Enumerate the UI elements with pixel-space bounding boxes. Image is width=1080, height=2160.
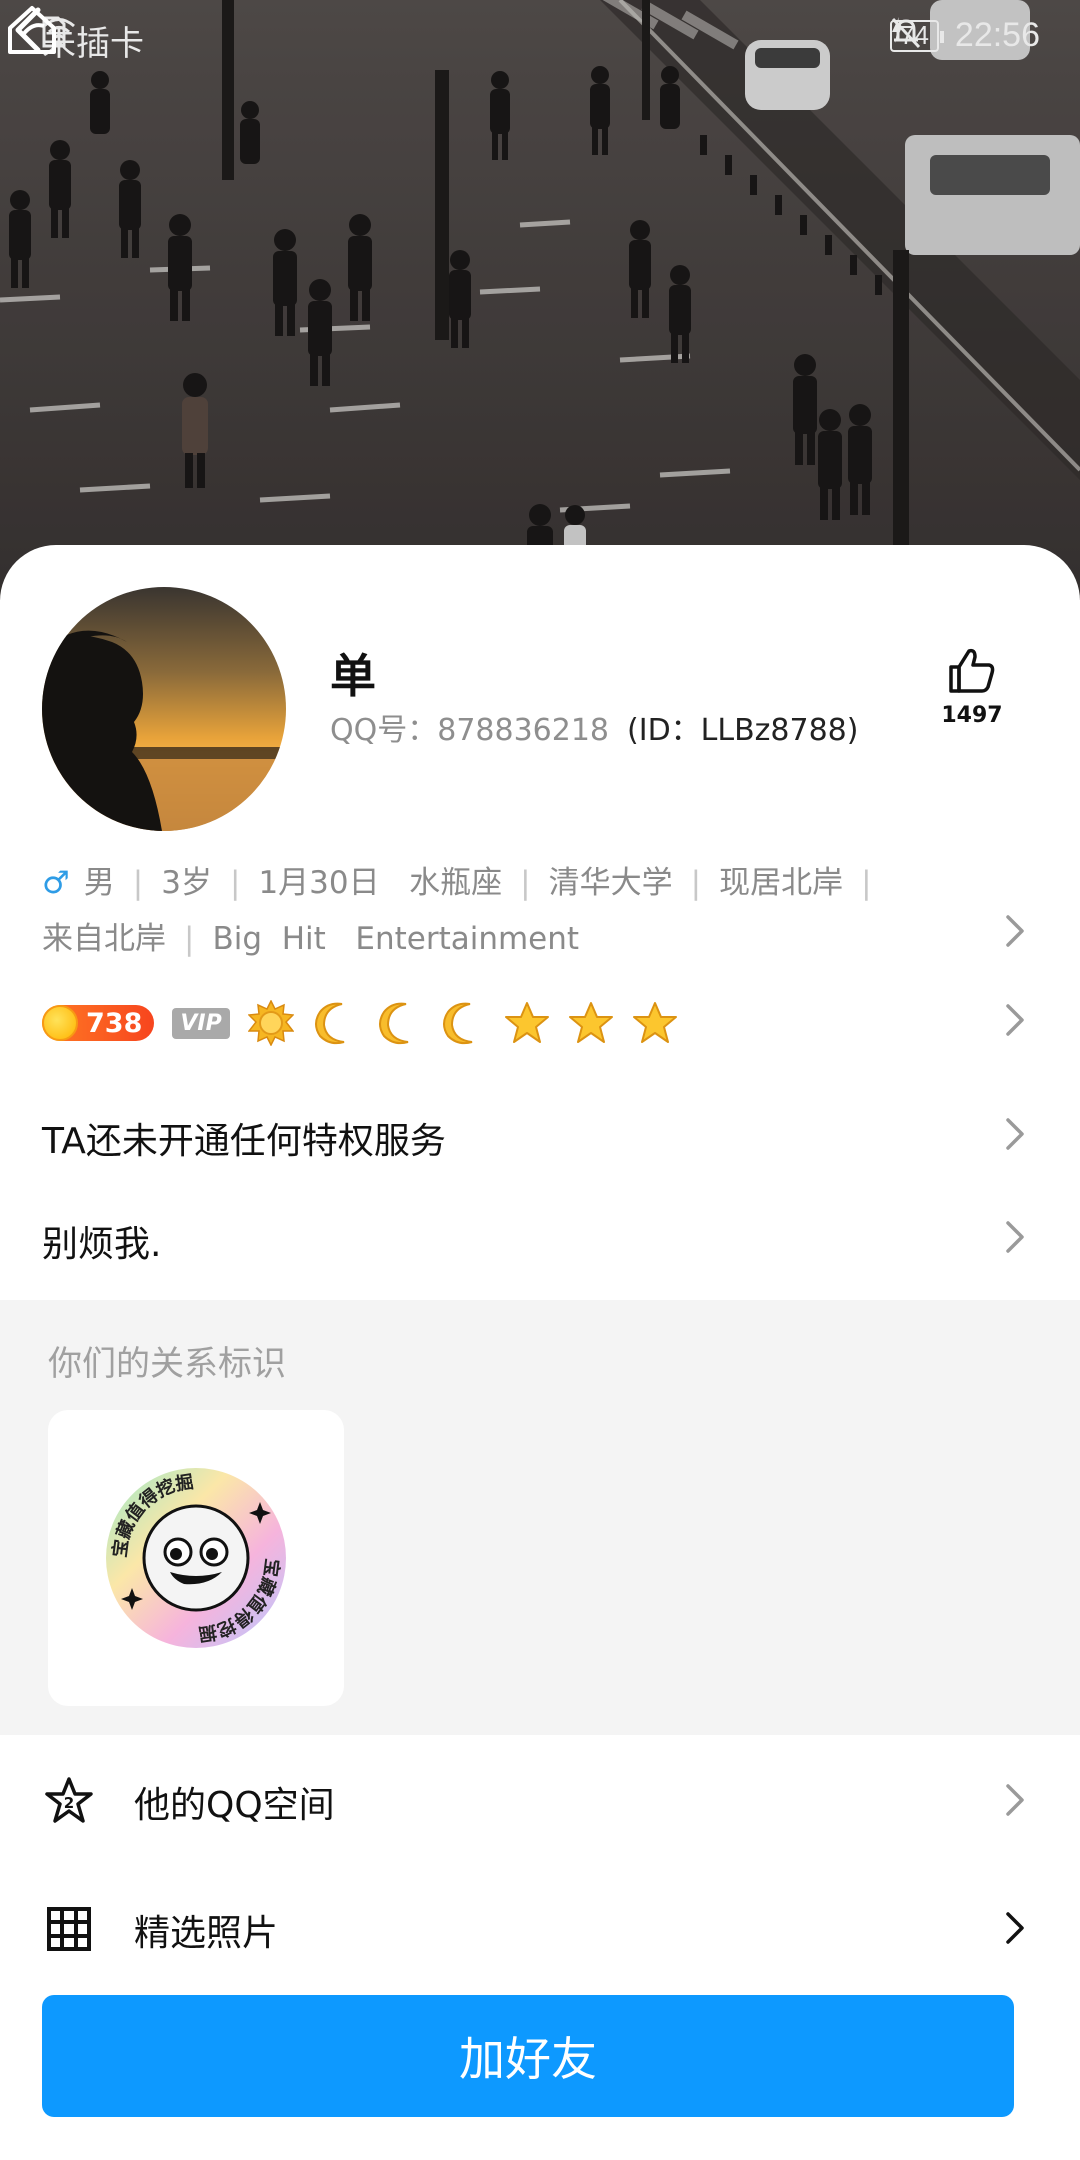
star-icon xyxy=(568,1002,613,1043)
age-text: 3岁 xyxy=(161,865,212,901)
relation-badge-tile[interactable]: 宝藏值得挖掘 宝藏值得挖掘 xyxy=(48,1410,344,1706)
star-icon xyxy=(632,1002,677,1043)
charging-icon xyxy=(891,17,902,43)
clock-text: 22:56 xyxy=(954,16,1040,54)
grid-icon xyxy=(47,1907,91,1951)
birthday-text: 1月30日 xyxy=(258,865,380,901)
thumbs-up-icon xyxy=(949,648,995,693)
separator: | xyxy=(690,865,702,901)
hometown-text: 来自北岸 xyxy=(42,921,166,957)
star-two-icon: 2 xyxy=(45,1777,93,1823)
separator: | xyxy=(229,865,241,901)
like-count: 1497 xyxy=(941,703,1003,728)
profile-cover-photo[interactable]: 未插卡 74 22:56 xyxy=(0,0,1080,600)
street-scene-image xyxy=(0,0,1080,600)
coin-value: 738 xyxy=(86,1007,143,1039)
separator: | xyxy=(132,865,144,901)
nickname: 单 xyxy=(330,649,376,703)
chevron-right-icon[interactable] xyxy=(1004,913,1028,949)
signature-row[interactable]: 别烦我. xyxy=(42,1215,161,1267)
photos-menu-row[interactable]: 精选照片 xyxy=(0,1880,1080,1976)
status-bar: 未插卡 74 22:56 xyxy=(0,0,1080,72)
male-icon: ♂ xyxy=(42,865,70,901)
moon-icon xyxy=(378,1002,408,1045)
profile-card: 单 QQ号：878836218 (ID：LLBz8788) 1497 ♂ 男 | 3岁 |… xyxy=(0,545,1080,2160)
chevron-right-icon[interactable] xyxy=(1004,1116,1028,1152)
relation-section: 你们的关系标识 宝藏值得挖掘 宝藏值得挖掘 xyxy=(0,1300,1080,1735)
avatar-image xyxy=(42,587,286,831)
share-icon[interactable] xyxy=(0,0,64,60)
profile-info-row[interactable]: ♂ 男 | 3岁 | 1月30日 水瓶座 | 清华大学 | 现居北岸 | 来自北岸 | Big Hit … xyxy=(42,855,1002,967)
avatar[interactable] xyxy=(42,587,286,831)
separator: | xyxy=(861,865,872,901)
qq-number: QQ号：878836218 xyxy=(330,713,610,748)
info-line-1: ♂ 男 | 3岁 | 1月30日 水瓶座 | 清华大学 | 现居北岸 | xyxy=(42,855,1002,911)
sun-icon xyxy=(247,1000,294,1046)
coin-badge: 738 xyxy=(42,1005,155,1041)
chevron-right-icon xyxy=(1006,1912,1024,1944)
qq-number-line: QQ号：878836218 (ID：LLBz8788) xyxy=(330,705,858,749)
info-line-2: 来自北岸 | Big Hit Entertainment xyxy=(42,911,1002,967)
level-badges[interactable]: 738 VIP xyxy=(42,1000,678,1046)
school-text: 清华大学 xyxy=(548,865,673,901)
moon-icon xyxy=(442,1002,472,1045)
qzone-menu-row[interactable]: 2 他的QQ空间 xyxy=(0,1752,1080,1848)
privilege-row[interactable]: TA还未开通任何特权服务 xyxy=(42,1112,446,1164)
separator: | xyxy=(184,921,195,957)
zodiac-text: 水瓶座 xyxy=(409,865,503,901)
treasure-badge-icon: 宝藏值得挖掘 宝藏值得挖掘 xyxy=(106,1468,286,1648)
battery-level: 74 xyxy=(899,20,929,50)
star-icon xyxy=(504,1002,549,1043)
location-text: 现居北岸 xyxy=(719,865,844,901)
moon-icon xyxy=(314,1002,344,1045)
gender-text: 男 xyxy=(83,865,115,901)
separator: | xyxy=(520,865,531,901)
chevron-right-icon[interactable] xyxy=(1004,1002,1028,1038)
chevron-right-icon xyxy=(1006,1784,1024,1816)
svg-text:2: 2 xyxy=(64,1794,74,1812)
chevron-right-icon[interactable] xyxy=(1004,1219,1028,1255)
company-text: Big Hit Entertainment xyxy=(212,921,580,957)
like-button[interactable]: 1497 xyxy=(924,647,1020,728)
qid: (ID：LLBz8788) xyxy=(627,713,859,748)
add-friend-button[interactable]: 加好友 xyxy=(42,1995,1014,2117)
coin-icon xyxy=(42,1005,78,1041)
qzone-label: 他的QQ空间 xyxy=(134,1785,335,1826)
vip-badge: VIP xyxy=(172,1007,230,1039)
relation-title: 你们的关系标识 xyxy=(48,1344,286,1384)
photos-label: 精选照片 xyxy=(134,1913,279,1954)
